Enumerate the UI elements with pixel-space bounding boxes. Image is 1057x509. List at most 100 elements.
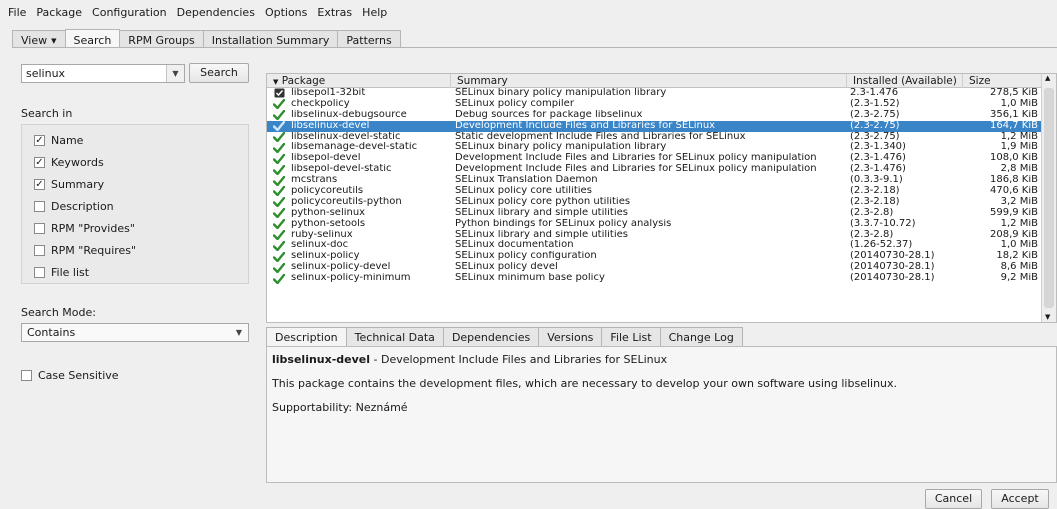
cell-installed: (20140730-28.1) bbox=[850, 251, 935, 262]
table-row[interactable]: python-setools Python bindings for SELinu… bbox=[267, 219, 1042, 230]
table-row[interactable]: libsepol-devel Development Include Files … bbox=[267, 153, 1042, 164]
installed-check-icon[interactable] bbox=[273, 99, 285, 110]
menu-configuration[interactable]: Configuration bbox=[88, 6, 171, 19]
tab-patterns[interactable]: Patterns bbox=[337, 30, 401, 48]
checkbox-description-label: Description bbox=[51, 200, 114, 213]
cell-size: 1,2 MiB bbox=[1000, 131, 1038, 142]
checkbox-file-list[interactable]: File list bbox=[34, 266, 89, 279]
checkbox-case-sensitive[interactable]: Case Sensitive bbox=[21, 369, 119, 382]
menu-help[interactable]: Help bbox=[358, 6, 391, 19]
cell-installed: (3.3.7-10.72) bbox=[850, 218, 916, 229]
cell-summary: SELinux library and simple utilities bbox=[455, 229, 628, 240]
cell-summary: Development Include Files and Libraries … bbox=[455, 120, 716, 131]
table-row[interactable]: libselinux-devel Development Include File… bbox=[267, 120, 1042, 132]
installed-check-icon[interactable] bbox=[273, 186, 285, 197]
table-row[interactable]: libsemanage-devel-static SELinux binary p… bbox=[267, 142, 1042, 153]
checkbox-name[interactable]: ✓ Name bbox=[34, 134, 83, 147]
table-row[interactable]: checkpolicy SELinux policy compiler (2.3-1… bbox=[267, 99, 1042, 110]
tab-change-log[interactable]: Change Log bbox=[659, 327, 743, 347]
tab-description[interactable]: Description bbox=[266, 327, 347, 347]
column-size[interactable]: Size bbox=[963, 74, 1042, 88]
table-row[interactable]: selinux-policy-minimum SELinux minimum ba… bbox=[267, 273, 1042, 284]
table-row[interactable]: mcstrans SELinux Translation Daemon (0.3.3… bbox=[267, 175, 1042, 186]
installed-check-icon[interactable] bbox=[273, 142, 285, 153]
checkbox-box-file-list[interactable] bbox=[34, 267, 45, 278]
menu-file[interactable]: File bbox=[4, 6, 30, 19]
checkbox-rpm-requires[interactable]: RPM "Requires" bbox=[34, 244, 136, 257]
installed-check-icon[interactable] bbox=[273, 164, 285, 175]
tab-versions[interactable]: Versions bbox=[538, 327, 603, 347]
checkbox-description[interactable]: Description bbox=[34, 200, 114, 213]
checkbox-box-rpm-provides[interactable] bbox=[34, 223, 45, 234]
checkbox-keywords[interactable]: ✓ Keywords bbox=[34, 156, 104, 169]
installed-check-icon[interactable] bbox=[273, 197, 285, 208]
tab-technical-data[interactable]: Technical Data bbox=[345, 327, 444, 347]
scroll-up-icon[interactable]: ▲ bbox=[1045, 74, 1050, 82]
column-summary[interactable]: Summary bbox=[451, 74, 847, 88]
cell-summary: SELinux binary policy manipulation libra… bbox=[455, 88, 667, 98]
cell-size: 1,0 MiB bbox=[1000, 240, 1038, 251]
menu-options[interactable]: Options bbox=[261, 6, 311, 19]
tab-view[interactable]: View ▼ bbox=[12, 30, 66, 48]
cell-size: 356,1 KiB bbox=[989, 109, 1038, 120]
cancel-button[interactable]: Cancel bbox=[925, 489, 982, 509]
scroll-down-icon[interactable]: ▼ bbox=[1045, 313, 1050, 321]
cell-summary: SELinux policy core python utilities bbox=[455, 196, 631, 207]
installed-check-icon[interactable] bbox=[273, 230, 285, 241]
table-row[interactable]: python-selinux SELinux library and simple… bbox=[267, 208, 1042, 219]
checkbox-box-summary[interactable]: ✓ bbox=[34, 179, 45, 190]
checkbox-box-description[interactable] bbox=[34, 201, 45, 212]
installed-check-icon[interactable] bbox=[273, 273, 285, 284]
checkbox-summary-label: Summary bbox=[51, 178, 105, 191]
cell-summary: SELinux policy configuration bbox=[455, 251, 597, 262]
installed-check-icon[interactable] bbox=[273, 240, 285, 251]
table-body: libsepol1-32bit SELinux binary policy man… bbox=[267, 88, 1042, 284]
cell-package: policycoreutils bbox=[267, 186, 451, 197]
table-row[interactable]: libselinux-devel-static Static developmen… bbox=[267, 132, 1042, 143]
table-scrollbar[interactable]: ▲ ▼ bbox=[1041, 74, 1056, 322]
installed-check-icon[interactable] bbox=[273, 219, 285, 230]
menu-package[interactable]: Package bbox=[32, 6, 86, 19]
search-input[interactable]: selinux ▼ bbox=[21, 64, 185, 83]
tab-file-list[interactable]: File List bbox=[601, 327, 661, 347]
tab-search[interactable]: Search bbox=[64, 29, 121, 48]
installed-check-icon[interactable] bbox=[273, 175, 285, 186]
checkbox-box-keywords[interactable]: ✓ bbox=[34, 157, 45, 168]
checkbox-box-name[interactable]: ✓ bbox=[34, 135, 45, 146]
column-package[interactable]: ▼ Package bbox=[267, 74, 451, 88]
table-row[interactable]: policycoreutils-python SELinux policy cor… bbox=[267, 197, 1042, 208]
table-row[interactable]: selinux-doc SELinux documentation (1.26-52… bbox=[267, 240, 1042, 251]
checkbox-box-case-sensitive[interactable] bbox=[21, 370, 32, 381]
checkbox-summary[interactable]: ✓ Summary bbox=[34, 178, 104, 191]
tab-installation-summary[interactable]: Installation Summary bbox=[202, 30, 339, 48]
table-row[interactable]: ruby-selinux SELinux library and simple u… bbox=[267, 230, 1042, 241]
search-mode-select[interactable]: Contains ▼ bbox=[21, 323, 249, 342]
table-row[interactable]: libsepol-devel-static Development Include… bbox=[267, 164, 1042, 175]
tab-rpm-groups[interactable]: RPM Groups bbox=[119, 30, 204, 48]
installed-check-icon[interactable] bbox=[273, 121, 285, 132]
tab-dependencies[interactable]: Dependencies bbox=[442, 327, 540, 347]
installed-check-icon[interactable] bbox=[273, 208, 285, 219]
checkbox-rpm-provides[interactable]: RPM "Provides" bbox=[34, 222, 135, 235]
table-row[interactable]: selinux-policy SELinux policy configurati… bbox=[267, 251, 1042, 262]
search-button[interactable]: Search bbox=[189, 63, 249, 83]
checkbox-box-rpm-requires[interactable] bbox=[34, 245, 45, 256]
package-name: python-setools bbox=[291, 218, 366, 229]
package-table[interactable]: ▼ Package Summary Installed (Available) … bbox=[266, 73, 1057, 323]
menu-extras[interactable]: Extras bbox=[313, 6, 356, 19]
menu-dependencies[interactable]: Dependencies bbox=[173, 6, 259, 19]
table-row[interactable]: libselinux-debugsource Debug sources for … bbox=[267, 110, 1042, 121]
installed-check-icon[interactable] bbox=[273, 132, 285, 142]
table-row[interactable]: policycoreutils SELinux policy core utili… bbox=[267, 186, 1042, 197]
protected-status-icon[interactable] bbox=[273, 88, 285, 98]
table-row[interactable]: selinux-policy-devel SELinux policy devel… bbox=[267, 262, 1042, 273]
accept-button[interactable]: Accept bbox=[991, 489, 1049, 509]
scrollbar-thumb[interactable] bbox=[1044, 88, 1054, 308]
installed-check-icon[interactable] bbox=[273, 262, 285, 273]
installed-check-icon[interactable] bbox=[273, 251, 285, 262]
table-row[interactable]: libsepol1-32bit SELinux binary policy man… bbox=[267, 88, 1042, 99]
installed-check-icon[interactable] bbox=[273, 153, 285, 164]
installed-check-icon[interactable] bbox=[273, 110, 285, 121]
chevron-down-icon[interactable]: ▼ bbox=[166, 65, 184, 82]
column-installed[interactable]: Installed (Available) bbox=[847, 74, 963, 88]
